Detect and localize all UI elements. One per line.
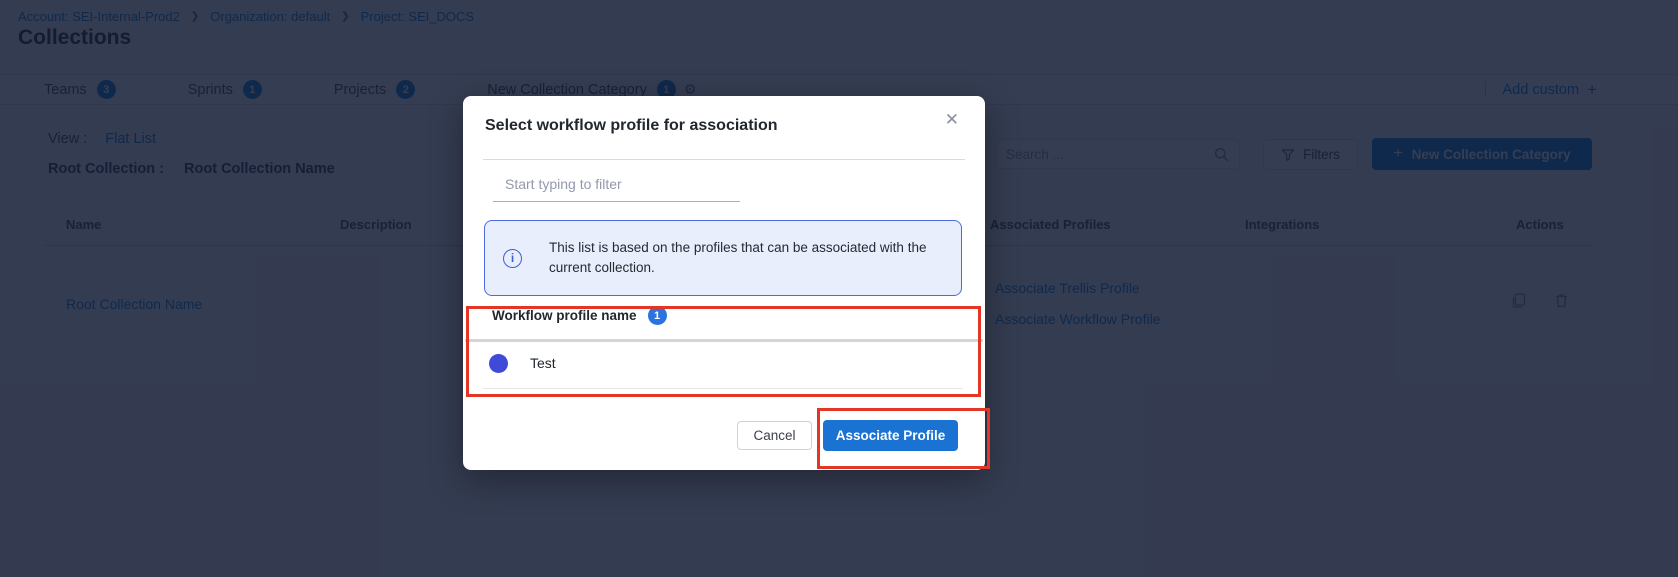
workflow-profile-section-heading: Workflow profile name 1: [492, 306, 667, 325]
section-divider: [465, 339, 983, 342]
workflow-profile-count-badge: 1: [648, 306, 667, 325]
close-icon[interactable]: ✕: [945, 110, 959, 130]
profile-filter-input[interactable]: [493, 172, 740, 202]
workflow-profile-name-label: Workflow profile name: [492, 308, 637, 323]
info-icon: i: [503, 249, 522, 268]
profile-name: Test: [530, 355, 556, 371]
selected-radio-icon[interactable]: [489, 354, 508, 373]
modal-title-divider: [483, 159, 965, 160]
info-banner: i This list is based on the profiles tha…: [484, 220, 962, 296]
info-banner-text: This list is based on the profiles that …: [549, 238, 943, 278]
modal-title: Select workflow profile for association: [485, 117, 778, 135]
collections-page: Account: SEI-Internal-Prod2 ❯ Organizati…: [0, 0, 1678, 577]
associate-profile-button[interactable]: Associate Profile: [823, 420, 958, 451]
profile-list-item[interactable]: Test: [463, 348, 985, 386]
cancel-button[interactable]: Cancel: [737, 421, 812, 450]
select-workflow-profile-modal: Select workflow profile for association …: [463, 96, 985, 470]
row-divider: [483, 388, 963, 389]
